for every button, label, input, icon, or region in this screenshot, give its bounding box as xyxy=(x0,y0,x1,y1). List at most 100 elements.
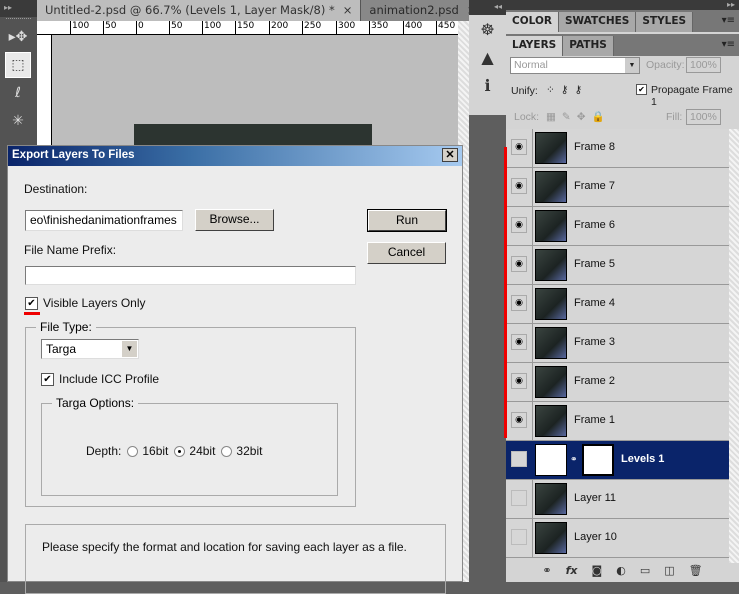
layer-name: Frame 8 xyxy=(574,141,615,153)
eye-icon[interactable]: ◉ xyxy=(511,178,527,194)
visible-only-label: Visible Layers Only xyxy=(43,296,146,310)
trash-icon[interactable]: 🗑 xyxy=(689,564,703,582)
radio-16bit[interactable] xyxy=(127,446,139,458)
tab-styles[interactable]: STYLES xyxy=(636,12,694,32)
targa-options-legend: Targa Options: xyxy=(52,396,139,410)
vertical-ruler xyxy=(37,35,52,145)
radio-32bit[interactable] xyxy=(221,446,233,458)
icc-label: Include ICC Profile xyxy=(59,372,160,386)
lasso-tool-icon[interactable]: ℓ xyxy=(5,80,31,106)
panel-collapse[interactable]: ▸▸ xyxy=(506,0,739,10)
doc-tab-untitled-2[interactable]: Untitled-2.psd @ 66.7% (Levels 1, Layer … xyxy=(37,0,362,21)
layer-row-selected[interactable]: ⚭ Levels 1 xyxy=(506,441,729,480)
depth-label: Depth: xyxy=(86,444,122,458)
magic-wand-tool-icon[interactable]: ✳ xyxy=(5,108,31,134)
eye-icon[interactable]: ◉ xyxy=(511,373,527,389)
dock-collapse[interactable]: ◂◂ xyxy=(469,0,506,15)
doc-tab-animation2[interactable]: animation2.psd × xyxy=(361,0,486,21)
info-icon[interactable]: ℹ xyxy=(469,71,506,99)
fill-input[interactable]: 100% xyxy=(686,109,721,125)
tab-paths[interactable]: PATHS xyxy=(563,36,614,56)
radio-label: 32bit xyxy=(236,444,263,458)
new-layer-icon[interactable]: ◫ xyxy=(664,564,674,582)
link-icon[interactable]: ⚭ xyxy=(570,455,578,465)
panel-menu-icon[interactable]: ▾≡ xyxy=(722,39,735,50)
layer-row[interactable]: ◉ Frame 1 xyxy=(506,402,729,441)
layer-row[interactable]: ◉ Frame 4 xyxy=(506,285,729,324)
folder-icon[interactable]: ▭ xyxy=(640,564,650,582)
cancel-button[interactable]: Cancel xyxy=(367,242,446,264)
color-panel-tabs: COLOR SWATCHES STYLES ▾≡ xyxy=(506,10,739,32)
layer-row[interactable]: Layer 11 xyxy=(506,480,729,519)
link-icon[interactable]: ⚭ xyxy=(542,564,551,582)
layer-row[interactable]: ◉ Frame 3 xyxy=(506,324,729,363)
mask-icon[interactable]: ◙ xyxy=(592,564,603,582)
layer-row[interactable]: Layer 10 xyxy=(506,519,729,558)
layer-row[interactable]: ◉ Frame 2 xyxy=(506,363,729,402)
file-type-select[interactable]: Targa ▼ xyxy=(41,339,139,359)
close-icon[interactable]: × xyxy=(343,3,353,18)
layer-name: Frame 4 xyxy=(574,297,615,309)
layer-row[interactable]: ◉ Frame 6 xyxy=(506,207,729,246)
depth-32bit[interactable]: 32bit xyxy=(221,444,262,458)
histogram-icon[interactable]: ▲ xyxy=(469,43,506,71)
layer-name: Frame 6 xyxy=(574,219,615,231)
ruler-tick: 150 xyxy=(235,21,254,34)
icc-checkbox[interactable]: ✔ xyxy=(41,373,54,386)
layer-name: Frame 7 xyxy=(574,180,615,192)
eye-icon[interactable]: ◉ xyxy=(511,412,527,428)
layer-mask-thumbnail[interactable] xyxy=(582,444,614,476)
toolbar-grip[interactable] xyxy=(6,18,31,22)
file-type-legend: File Type: xyxy=(36,320,96,334)
layer-thumbnail xyxy=(535,171,567,203)
visibility-box[interactable] xyxy=(511,529,527,545)
layer-row[interactable]: ◉ Frame 8 xyxy=(506,129,729,168)
prefix-input[interactable] xyxy=(25,266,356,285)
destination-input[interactable]: eo\finishedanimationframes xyxy=(25,210,183,231)
dialog-close-button[interactable]: ✕ xyxy=(442,148,458,162)
blend-mode-select[interactable]: Normal ▼ xyxy=(510,57,640,74)
chevron-down-icon[interactable]: ▼ xyxy=(625,58,639,73)
eye-icon[interactable]: ◉ xyxy=(511,217,527,233)
visibility-box[interactable] xyxy=(511,490,527,506)
message-text: Please specify the format and location f… xyxy=(42,540,407,554)
visibility-box[interactable] xyxy=(511,451,527,467)
opacity-input[interactable]: 100% xyxy=(686,57,721,73)
depth-24bit[interactable]: 24bit xyxy=(174,444,215,458)
layer-thumbnail xyxy=(535,288,567,320)
panel-menu-icon[interactable]: ▾≡ xyxy=(722,15,735,26)
targa-options-group: Targa Options: Depth: 16bit 24bit 32bit xyxy=(41,396,338,496)
unify-icons[interactable]: ⁘⚷⚷ xyxy=(546,84,588,96)
run-button[interactable]: Run xyxy=(367,209,447,232)
layers-scrollbar[interactable] xyxy=(729,129,739,563)
tab-swatches[interactable]: SWATCHES xyxy=(558,12,637,32)
layer-row[interactable]: ◉ Frame 7 xyxy=(506,168,729,207)
layer-name: Layer 11 xyxy=(574,492,616,504)
layer-name: Frame 5 xyxy=(574,258,615,270)
propagate-checkbox[interactable]: ✔ xyxy=(636,84,647,95)
layer-thumbnail xyxy=(535,132,567,164)
tab-color[interactable]: COLOR xyxy=(506,12,559,32)
eye-icon[interactable]: ◉ xyxy=(511,256,527,272)
move-tool-icon[interactable]: ▸✥ xyxy=(5,24,31,50)
eye-icon[interactable]: ◉ xyxy=(511,334,527,350)
dialog-title: Export Layers To Files xyxy=(12,149,135,161)
navigator-icon[interactable]: ☸ xyxy=(469,15,506,43)
radio-24bit[interactable] xyxy=(174,446,186,458)
marquee-tool-icon[interactable]: ⬚ xyxy=(5,52,31,78)
annotation-bar xyxy=(504,147,507,438)
browse-button[interactable]: Browse... xyxy=(195,209,274,231)
lock-icons[interactable]: ▦✎✥🔒 xyxy=(546,110,611,123)
toolbar-collapse[interactable]: ▸▸ xyxy=(0,0,37,17)
fx-icon[interactable]: fx xyxy=(566,564,578,582)
layer-row[interactable]: ◉ Frame 5 xyxy=(506,246,729,285)
depth-16bit[interactable]: 16bit xyxy=(127,444,168,458)
visible-only-checkbox[interactable]: ✔ xyxy=(25,297,38,310)
adjustment-icon[interactable]: ◐ xyxy=(616,564,626,582)
chevron-down-icon[interactable]: ▼ xyxy=(122,341,137,357)
eye-icon[interactable]: ◉ xyxy=(511,295,527,311)
eye-icon[interactable]: ◉ xyxy=(511,139,527,155)
tab-layers[interactable]: LAYERS xyxy=(506,36,564,56)
ruler-tick: 100 xyxy=(70,21,89,34)
dialog-titlebar[interactable]: Export Layers To Files ✕ xyxy=(8,146,462,166)
